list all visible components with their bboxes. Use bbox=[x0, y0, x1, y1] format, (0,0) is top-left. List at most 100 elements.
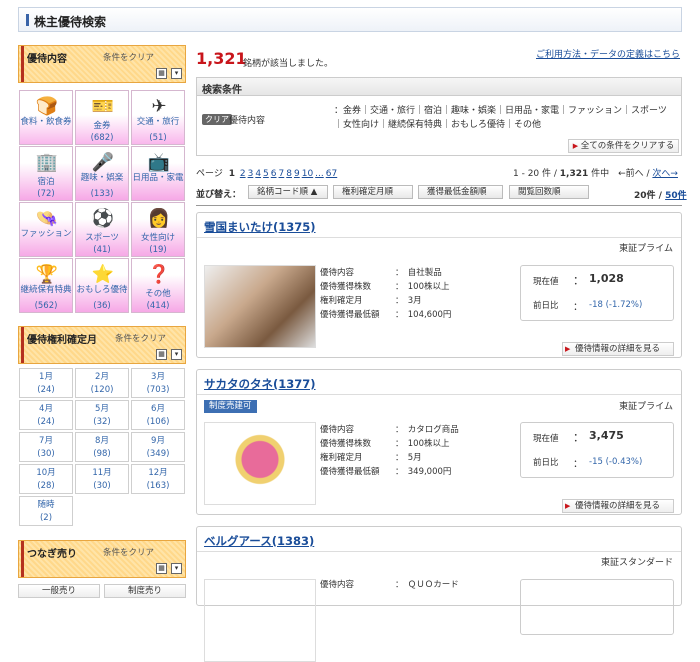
product-image[interactable] bbox=[204, 422, 316, 505]
page-link[interactable]: 2 bbox=[240, 169, 246, 179]
sort-views-button[interactable]: 閲覧回数順 bbox=[509, 185, 589, 199]
price-value: 1,028 bbox=[589, 272, 624, 285]
category-tile[interactable]: 🏆 継続保有特典 (562) bbox=[19, 258, 73, 313]
page-link[interactable]: 5 bbox=[263, 169, 269, 179]
month-button[interactable]: 10月 (28) bbox=[19, 464, 73, 494]
clear-badge[interactable]: クリア bbox=[202, 114, 232, 125]
pager-current: 1 bbox=[228, 169, 235, 179]
pager-info: 1 - 20 件 / 1,321 件中 ←前へ / 次へ→ bbox=[513, 166, 678, 179]
help-link[interactable]: ご利用方法・データの定義はこちら bbox=[536, 47, 680, 60]
grid-view-icon[interactable]: ▦ bbox=[156, 349, 167, 360]
category-tile[interactable]: ❓ その他 (414) bbox=[131, 258, 185, 313]
clear-month-button[interactable]: 条件をクリア bbox=[115, 332, 166, 344]
change-label: 前日比 bbox=[533, 301, 559, 311]
product-image[interactable] bbox=[204, 579, 316, 662]
detail-value: ： 100株以上 bbox=[395, 282, 450, 292]
month-count: (2) bbox=[39, 513, 53, 523]
pager-range: 1 - 20 件 / bbox=[513, 169, 560, 179]
page-link[interactable]: 8 bbox=[286, 169, 292, 179]
sort-month-button[interactable]: 権利確定月順 bbox=[333, 185, 413, 199]
month-button[interactable]: 9月 (349) bbox=[131, 432, 185, 462]
category-tile[interactable]: 🏢 宿泊 (72) bbox=[19, 146, 73, 201]
month-count: (30) bbox=[37, 449, 55, 459]
month-count: (28) bbox=[37, 481, 55, 491]
category-tile[interactable]: 📺 日用品・家電 bbox=[131, 146, 185, 201]
panel-accent bbox=[21, 46, 24, 82]
category-count: (133) bbox=[90, 189, 114, 199]
month-label: 9月 bbox=[151, 436, 165, 446]
month-button[interactable]: 4月 (24) bbox=[19, 400, 73, 430]
clear-all-button[interactable]: ▶ 全ての条件をクリアする bbox=[568, 139, 679, 153]
collapse-icon[interactable]: ▾ bbox=[171, 68, 182, 79]
month-button[interactable]: 1月 (24) bbox=[19, 368, 73, 398]
sort-amount-button[interactable]: 獲得最低金額順 bbox=[418, 185, 503, 199]
category-label: スポーツ bbox=[85, 233, 119, 243]
grid-view-icon[interactable]: ▦ bbox=[156, 563, 167, 574]
card-divider bbox=[197, 394, 681, 395]
month-button[interactable]: 随時 (2) bbox=[19, 496, 73, 526]
category-count: (562) bbox=[34, 301, 58, 311]
category-label: 食料・飲食券 bbox=[20, 117, 72, 127]
month-count: (349) bbox=[146, 449, 170, 459]
month-button[interactable]: 7月 (30) bbox=[19, 432, 73, 462]
page-link[interactable]: 10 bbox=[302, 169, 313, 179]
category-tile[interactable]: ⭐ おもしろ優待 (36) bbox=[75, 258, 129, 313]
clear-all-label: 全ての条件をクリアする bbox=[580, 141, 675, 151]
detail-button[interactable]: 優待情報の詳細を見る bbox=[562, 342, 674, 356]
market-label: 東証プライム bbox=[619, 244, 673, 254]
collapse-icon[interactable]: ▾ bbox=[171, 563, 182, 574]
month-button[interactable]: 6月 (106) bbox=[131, 400, 185, 430]
page-link[interactable]: 6 bbox=[271, 169, 277, 179]
product-image[interactable] bbox=[204, 265, 316, 348]
category-label: 趣味・娯楽 bbox=[80, 173, 124, 183]
detail-button[interactable]: 優待情報の詳細を見る bbox=[562, 499, 674, 513]
per-page-50-link[interactable]: 50件 bbox=[665, 191, 687, 201]
category-tile[interactable]: 🎫 金券 (682) bbox=[75, 90, 129, 145]
month-button[interactable]: 2月 (120) bbox=[75, 368, 129, 398]
month-label: 随時 bbox=[37, 500, 55, 510]
clear-content-button[interactable]: 条件をクリア bbox=[103, 51, 154, 63]
month-button[interactable]: 5月 (32) bbox=[75, 400, 129, 430]
clear-short-button[interactable]: 条件をクリア bbox=[103, 546, 154, 558]
category-tile[interactable]: ✈ 交通・旅行 (51) bbox=[131, 90, 185, 145]
category-icon: 👩 bbox=[147, 208, 171, 229]
month-label: 10月 bbox=[36, 468, 56, 478]
price-label: 現在値 bbox=[533, 277, 559, 287]
category-count: (19) bbox=[149, 245, 167, 255]
margin-short-button[interactable]: 制度売り bbox=[104, 584, 186, 598]
page-link[interactable]: 4 bbox=[255, 169, 261, 179]
sort-code-button[interactable]: 銘柄コード順 ▲ bbox=[248, 185, 328, 199]
page-link[interactable]: 67 bbox=[326, 169, 337, 179]
category-tile[interactable]: 👒 ファッション bbox=[19, 202, 73, 257]
pager-next-link[interactable]: 次へ→ bbox=[652, 169, 678, 179]
price-box: 現在値 ： 3,475 前日比 ： -15 (-0.43%) bbox=[520, 422, 674, 478]
month-button[interactable]: 11月 (30) bbox=[75, 464, 129, 494]
grid-view-icon[interactable]: ▦ bbox=[156, 68, 167, 79]
stock-name-link[interactable]: 雪国まいたけ(1375) bbox=[204, 219, 316, 235]
detail-label: 権利確定月 bbox=[320, 296, 363, 306]
category-tile[interactable]: 🍞 食料・飲食券 bbox=[19, 90, 73, 145]
month-button[interactable]: 3月 (703) bbox=[131, 368, 185, 398]
general-short-button[interactable]: 一般売り bbox=[18, 584, 100, 598]
category-tile[interactable]: ⚽ スポーツ (41) bbox=[75, 202, 129, 257]
panel-title-short: つなぎ売り bbox=[27, 549, 77, 560]
stock-name-link[interactable]: ベルグアース(1383) bbox=[204, 533, 314, 549]
category-count: (72) bbox=[37, 189, 55, 199]
month-button[interactable]: 12月 (163) bbox=[131, 464, 185, 494]
category-icon: ❓ bbox=[147, 264, 171, 285]
month-button[interactable]: 8月 (98) bbox=[75, 432, 129, 462]
condition-values: ：金券｜交通・旅行｜宿泊｜趣味・娯楽｜日用品・家電｜ファッション｜スポーツ｜女性… bbox=[334, 106, 667, 130]
category-icon: 🎤 bbox=[91, 152, 115, 173]
page-link[interactable]: 3 bbox=[248, 169, 254, 179]
page-link[interactable]: 7 bbox=[279, 169, 285, 179]
page-link[interactable]: 9 bbox=[294, 169, 300, 179]
detail-label: 権利確定月 bbox=[320, 453, 363, 463]
category-tile[interactable]: 👩 女性向け (19) bbox=[131, 202, 185, 257]
collapse-icon[interactable]: ▾ bbox=[171, 349, 182, 360]
stock-name-link[interactable]: サカタのタネ(1377) bbox=[204, 376, 316, 392]
category-count: (51) bbox=[149, 133, 167, 143]
category-tile[interactable]: 🎤 趣味・娯楽 (133) bbox=[75, 146, 129, 201]
page-link[interactable]: ... bbox=[315, 169, 324, 179]
month-count: (98) bbox=[93, 449, 111, 459]
month-label: 3月 bbox=[151, 372, 165, 382]
